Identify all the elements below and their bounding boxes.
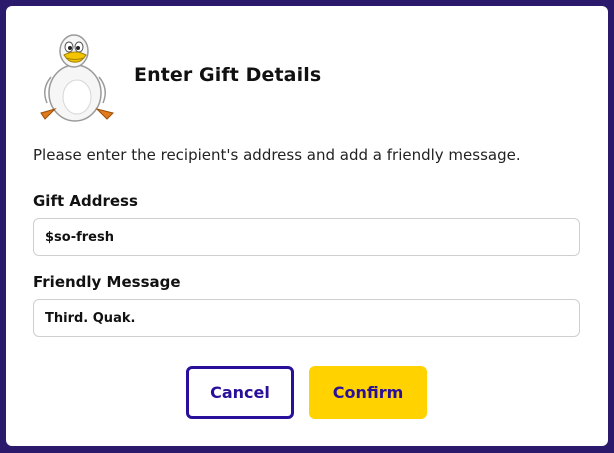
friendly-message-input[interactable] <box>33 299 580 337</box>
gift-details-dialog: Enter Gift Details Please enter the reci… <box>6 6 608 446</box>
gift-address-label: Gift Address <box>33 192 138 210</box>
friendly-message-label: Friendly Message <box>33 273 181 291</box>
confirm-button[interactable]: Confirm <box>309 366 427 419</box>
dialog-header: Enter Gift Details <box>6 6 608 126</box>
dialog-title: Enter Gift Details <box>134 64 322 86</box>
gift-address-input[interactable] <box>33 218 580 256</box>
cancel-button[interactable]: Cancel <box>186 366 294 419</box>
duck-mascot-icon <box>31 31 123 123</box>
dialog-description: Please enter the recipient's address and… <box>33 146 521 164</box>
